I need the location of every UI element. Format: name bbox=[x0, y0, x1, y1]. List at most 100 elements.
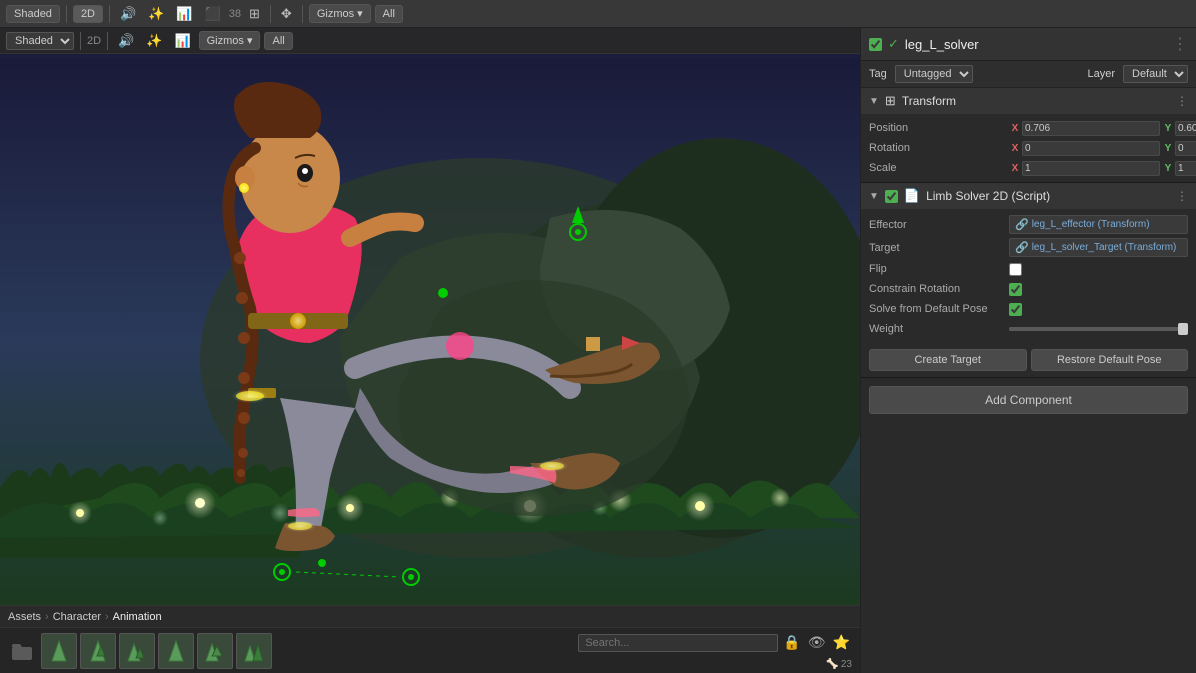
gizmos-btn[interactable]: Gizmos ▾ bbox=[309, 4, 371, 23]
effector-row: Effector 🔗 leg_L_effector (Transform) bbox=[861, 213, 1196, 236]
position-x-group: X bbox=[1009, 121, 1160, 136]
restore-default-btn[interactable]: Restore Default Pose bbox=[1031, 349, 1189, 371]
limb-solver-menu-icon[interactable]: ⋮ bbox=[1176, 189, 1188, 203]
transform-header[interactable]: ▼ ⊞ Transform ⋮ bbox=[861, 88, 1196, 114]
anim-thumb-2[interactable] bbox=[80, 633, 116, 669]
transform-section: ▼ ⊞ Transform ⋮ Position X Y bbox=[861, 88, 1196, 183]
breadcrumb-assets[interactable]: Assets bbox=[8, 611, 41, 623]
stats-icon[interactable]: 📊 bbox=[172, 4, 196, 24]
constrain-rotation-checkbox[interactable] bbox=[1009, 283, 1022, 296]
solve-default-checkbox[interactable] bbox=[1009, 303, 1022, 316]
target-label: Target bbox=[869, 242, 1009, 254]
weight-slider-fill bbox=[1009, 327, 1188, 331]
anim-thumb-6[interactable] bbox=[236, 633, 272, 669]
scene-svg bbox=[0, 58, 860, 628]
scene-gizmos[interactable]: Gizmos ▾ bbox=[199, 31, 261, 50]
anim-thumb-3[interactable] bbox=[119, 633, 155, 669]
position-row: Position X Y Z bbox=[861, 118, 1196, 138]
scale-y-group: Y bbox=[1162, 161, 1196, 176]
main-layout: Shaded 2D 🔊 ✨ 📊 Gizmos ▾ All bbox=[0, 28, 1196, 673]
star-icon[interactable]: ⭐ bbox=[831, 632, 852, 653]
script-icon: 📄 bbox=[904, 188, 920, 204]
breadcrumb: Assets › Character › Animation bbox=[0, 606, 860, 628]
create-target-btn[interactable]: Create Target bbox=[869, 349, 1027, 371]
all-btn[interactable]: All bbox=[375, 5, 403, 23]
position-y-group: Y bbox=[1162, 121, 1196, 136]
inspector-header: ✓ leg_L_solver ⋮ bbox=[861, 28, 1196, 61]
transform-body: Position X Y Z bbox=[861, 114, 1196, 182]
scale-x-input[interactable] bbox=[1022, 161, 1160, 176]
scene-sep1 bbox=[80, 32, 81, 50]
anim-svg-6 bbox=[239, 636, 269, 666]
search-input[interactable] bbox=[578, 634, 778, 652]
transform-icon: ⊞ bbox=[885, 93, 896, 109]
scale-value: X Y Z bbox=[1009, 161, 1196, 176]
folder-icon[interactable] bbox=[6, 635, 38, 667]
scene-stat[interactable]: 📊 bbox=[170, 31, 194, 51]
character-container bbox=[0, 58, 860, 673]
scene-audio[interactable]: 🔊 bbox=[114, 31, 138, 51]
anim-thumb-4[interactable] bbox=[158, 633, 194, 669]
eye-icon[interactable]: 👁 bbox=[806, 632, 828, 653]
object-enabled-checkbox[interactable] bbox=[869, 38, 882, 51]
sep2 bbox=[109, 5, 110, 23]
target-icon: 🔗 bbox=[1015, 241, 1029, 254]
scene-all[interactable]: All bbox=[264, 32, 292, 50]
breadcrumb-animation[interactable]: Animation bbox=[113, 611, 162, 623]
bottom-bar: Assets › Character › Animation bbox=[0, 605, 860, 673]
anim-svg-1 bbox=[44, 636, 74, 666]
scale-y-input[interactable] bbox=[1175, 161, 1196, 176]
effector-field[interactable]: 🔗 leg_L_effector (Transform) bbox=[1009, 215, 1188, 234]
flip-checkbox[interactable] bbox=[1009, 263, 1022, 276]
layers-icon[interactable]: ⬛ bbox=[201, 4, 225, 24]
2d-mode-btn[interactable]: 2D bbox=[73, 5, 103, 23]
shaded-select[interactable]: Shaded bbox=[6, 32, 74, 50]
bone-icon: 🦴 bbox=[826, 659, 838, 670]
limb-solver-section: ▼ 📄 Limb Solver 2D (Script) ⋮ Effector 🔗… bbox=[861, 183, 1196, 378]
scene-mode: 2D bbox=[87, 35, 101, 47]
effects-icon[interactable]: ✨ bbox=[144, 4, 168, 24]
constrain-rotation-label: Constrain Rotation bbox=[869, 283, 1009, 295]
tag-select[interactable]: Untagged bbox=[895, 65, 973, 83]
transform-menu-icon[interactable]: ⋮ bbox=[1176, 94, 1188, 108]
audio-icon[interactable]: 🔊 bbox=[116, 4, 140, 24]
grid-icon[interactable]: ⊞ bbox=[245, 4, 264, 24]
weight-slider-thumb[interactable] bbox=[1178, 323, 1188, 335]
rotation-row: Rotation X Y Z bbox=[861, 138, 1196, 158]
move-icon[interactable]: ✥ bbox=[277, 4, 296, 24]
weight-slider-track[interactable] bbox=[1009, 327, 1188, 331]
effector-value: 🔗 leg_L_effector (Transform) bbox=[1009, 215, 1188, 234]
solve-default-label: Solve from Default Pose bbox=[869, 303, 1009, 315]
limb-solver-enabled[interactable] bbox=[885, 190, 898, 203]
anim-thumb-1[interactable] bbox=[41, 633, 77, 669]
anim-count: 23 bbox=[841, 659, 852, 670]
rotation-label: Rotation bbox=[869, 142, 1009, 154]
rot-y-group: Y bbox=[1162, 141, 1196, 156]
layer-select[interactable]: Default bbox=[1123, 65, 1188, 83]
shaded-dropdown[interactable]: Shaded bbox=[6, 5, 60, 23]
add-component-btn[interactable]: Add Component bbox=[869, 386, 1188, 414]
rotation-y-input[interactable] bbox=[1175, 141, 1196, 156]
target-field[interactable]: 🔗 leg_L_solver_Target (Transform) bbox=[1009, 238, 1188, 257]
constrain-rotation-row: Constrain Rotation bbox=[861, 279, 1196, 299]
target-text: leg_L_solver_Target (Transform) bbox=[1032, 242, 1177, 253]
scene-view[interactable]: Shaded 2D 🔊 ✨ 📊 Gizmos ▾ All bbox=[0, 28, 860, 673]
rot-x-label: X bbox=[1009, 143, 1021, 154]
layer-label: Layer bbox=[1087, 68, 1115, 80]
scale-y-label: Y bbox=[1162, 163, 1174, 174]
effector-label: Effector bbox=[869, 219, 1009, 231]
breadcrumb-character[interactable]: Character bbox=[53, 611, 101, 623]
x-label: X bbox=[1009, 123, 1021, 134]
object-count: 38 bbox=[229, 8, 241, 20]
limb-solver-header[interactable]: ▼ 📄 Limb Solver 2D (Script) ⋮ bbox=[861, 183, 1196, 209]
position-y-input[interactable] bbox=[1175, 121, 1196, 136]
settings-icon[interactable]: ⋮ bbox=[1172, 34, 1188, 54]
lock-icon[interactable]: 🔒 bbox=[781, 632, 802, 653]
rotation-x-input[interactable] bbox=[1022, 141, 1160, 156]
anim-thumb-5[interactable] bbox=[197, 633, 233, 669]
search-area: 🔒 👁 ⭐ bbox=[578, 632, 852, 653]
position-x-input[interactable] bbox=[1022, 121, 1160, 136]
scene-fx[interactable]: ✨ bbox=[142, 31, 166, 51]
anim-counter: 🦴 23 bbox=[826, 659, 852, 670]
anim-svg-2 bbox=[83, 636, 113, 666]
